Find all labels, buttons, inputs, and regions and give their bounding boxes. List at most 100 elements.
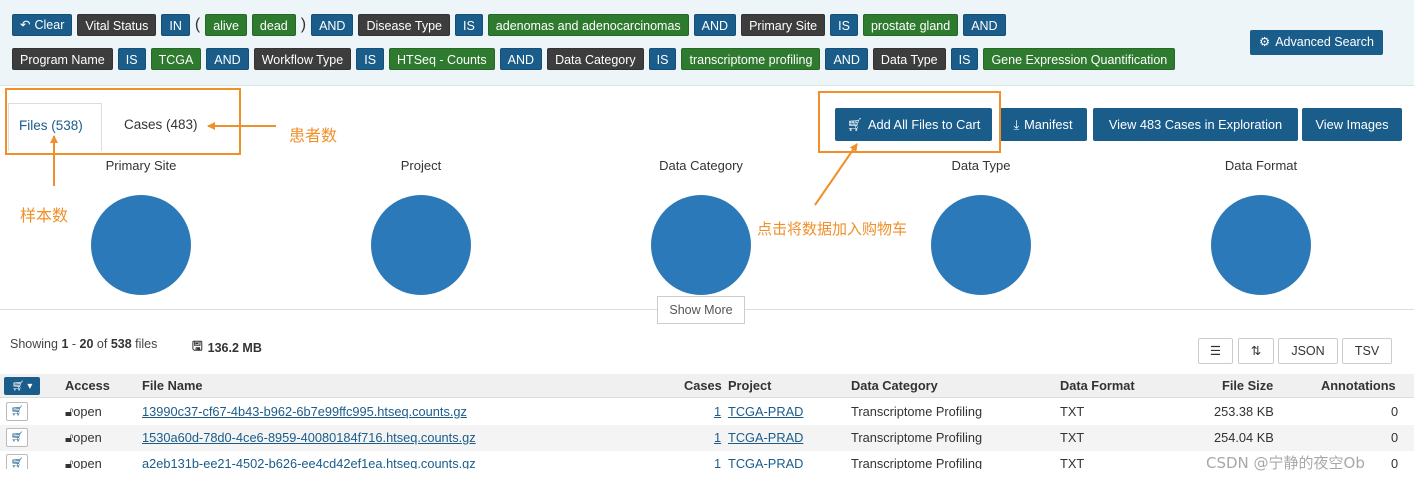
query-operator-in[interactable]: IN (161, 14, 190, 36)
query-field-disease-type[interactable]: Disease Type (358, 14, 450, 36)
summary-chart-data-type: Data Type (881, 158, 1081, 295)
show-more-button[interactable]: Show More (657, 296, 745, 324)
annotations-cell: 0 (1391, 456, 1399, 469)
cart-dropdown-button[interactable]: 🛒︎ ▾ (4, 377, 40, 395)
column-list-button[interactable]: ☰ (1198, 338, 1233, 364)
query-operator-is[interactable]: IS (454, 14, 483, 36)
query-value-data-category[interactable]: transcriptome profiling (681, 48, 821, 70)
summary-chart-data-format: Data Format (1161, 158, 1361, 295)
query-field-data-type[interactable]: Data Type (872, 48, 946, 70)
results-count: Showing 1 - 20 of 538 files (10, 337, 158, 351)
file-size-cell: 253.38 KB (1214, 404, 1274, 419)
data-format-cell: TXT (1060, 456, 1085, 469)
menu-lines-icon: ☰ (1209, 344, 1222, 358)
query-field-data-category[interactable]: Data Category (547, 48, 644, 70)
project-link[interactable]: TCGA-PRAD (728, 404, 803, 419)
arrow-to-add-all-button (814, 143, 858, 206)
cases-link[interactable]: 1 (714, 456, 721, 469)
add-to-cart-button[interactable]: 🛒︎ (6, 454, 28, 469)
clear-label: Clear (34, 18, 65, 32)
query-field-primary-site[interactable]: Primary Site (741, 14, 826, 36)
view-cases-in-exploration-button[interactable]: View 483 Cases in Exploration (1093, 108, 1298, 141)
header-annotations[interactable]: Annotations (1321, 378, 1396, 393)
data-category-cell: Transcriptome Profiling (851, 430, 983, 445)
query-operator-is[interactable]: IS (950, 48, 979, 70)
header-data-category[interactable]: Data Category (851, 378, 938, 393)
cart-icon: 🛒︎ (10, 432, 24, 443)
query-and[interactable]: AND (825, 48, 868, 70)
export-json-button[interactable]: JSON (1278, 338, 1338, 364)
file-name-link[interactable]: 1530a60d-78d0-4ce6-8959-40080184f716.hts… (142, 430, 476, 445)
undo-icon: ↶ (20, 18, 31, 32)
query-field-vital-status[interactable]: Vital Status (77, 14, 157, 36)
query-operator-is[interactable]: IS (648, 48, 677, 70)
pie-chart[interactable] (1211, 195, 1311, 295)
header-data-format[interactable]: Data Format (1060, 378, 1135, 393)
sort-table-button[interactable]: ⇅ (1238, 338, 1274, 364)
cart-icon: 🛒︎ (10, 406, 24, 417)
manifest-button[interactable]: ⤓ Manifest (999, 108, 1087, 141)
advanced-search-button[interactable]: ⚙ Advanced Search (1250, 30, 1383, 55)
advanced-search-label: Advanced Search (1275, 35, 1374, 49)
query-and[interactable]: AND (311, 14, 354, 36)
query-and[interactable]: AND (693, 14, 737, 36)
query-value-disease-type[interactable]: adenomas and adenocarcinomas (487, 14, 689, 36)
pie-chart[interactable] (91, 195, 191, 295)
query-value-program-name[interactable]: TCGA (150, 48, 202, 70)
header-project[interactable]: Project (728, 378, 771, 393)
access-value: open (73, 404, 102, 419)
table-header: 🛒︎ ▾ Access File Name Cases Project Data… (0, 374, 1414, 398)
pie-chart[interactable] (931, 195, 1031, 295)
query-value-data-type[interactable]: Gene Expression Quantification (983, 48, 1176, 70)
query-operator-is[interactable]: IS (830, 14, 858, 36)
header-file-name[interactable]: File Name (142, 378, 202, 393)
clear-query-button[interactable]: ↶ Clear (12, 14, 73, 36)
query-row-2: Program Name IS TCGA AND Workflow Type I… (12, 47, 1176, 71)
sort-icon: ⇅ (1250, 344, 1262, 358)
table-row: 🛒︎ 🔓︎open a2eb131b-ee21-4502-b626-ee4cd4… (0, 451, 1414, 469)
file-name-link[interactable]: 13990c37-cf67-4b43-b962-6b7e99ffc995.hts… (142, 404, 467, 419)
summary-chart-title: Project (400, 158, 442, 173)
add-to-cart-button[interactable]: 🛒︎ (6, 402, 28, 421)
export-tsv-button[interactable]: TSV (1342, 338, 1392, 364)
caret-down-icon: ▾ (27, 380, 33, 392)
query-and[interactable]: AND (206, 48, 249, 70)
query-bar: ↶ Clear Vital Status IN ( alive dead ) A… (0, 0, 1414, 86)
header-cases[interactable]: Cases (684, 378, 722, 393)
cases-link[interactable]: 1 (714, 404, 721, 419)
view-images-button[interactable]: View Images (1302, 108, 1402, 141)
pie-chart[interactable] (651, 195, 751, 295)
annotation-box-cart (818, 91, 1001, 153)
query-value-primary-site[interactable]: prostate gland (862, 14, 959, 36)
pie-chart[interactable] (371, 195, 471, 295)
query-operator-is[interactable]: IS (356, 48, 385, 70)
header-file-size[interactable]: File Size (1222, 378, 1273, 393)
floppy-disk-icon: 🖫 (192, 339, 203, 353)
file-size-cell: 254.04 KB (1214, 430, 1274, 445)
header-access[interactable]: Access (65, 378, 110, 393)
results-of: of (96, 337, 108, 351)
table-row: 🛒︎ 🔓︎open 1530a60d-78d0-4ce6-8959-400801… (0, 425, 1414, 451)
query-operator-is[interactable]: IS (117, 48, 146, 70)
query-field-workflow-type[interactable]: Workflow Type (253, 48, 352, 70)
file-name-link[interactable]: a2eb131b-ee21-4502-b626-ee4cd42ef1ea.hts… (142, 456, 476, 469)
annotations-cell: 0 (1391, 404, 1399, 419)
access-cell: 🔓︎open (65, 456, 102, 469)
cases-link[interactable]: 1 (714, 430, 721, 445)
project-link[interactable]: TCGA-PRAD (728, 456, 803, 469)
total-size-value: 136.2 MB (207, 340, 262, 355)
project-link[interactable]: TCGA-PRAD (728, 430, 803, 445)
results-from: 1 (61, 337, 69, 351)
query-value-dead[interactable]: dead (251, 14, 296, 36)
query-and[interactable]: AND (963, 14, 1006, 36)
access-value: open (73, 456, 102, 469)
query-and[interactable]: AND (499, 48, 543, 70)
add-to-cart-button[interactable]: 🛒︎ (6, 428, 28, 447)
data-format-cell: TXT (1060, 430, 1085, 445)
query-field-program-name[interactable]: Program Name (12, 48, 113, 70)
query-open-paren: ( (194, 16, 201, 33)
query-value-alive[interactable]: alive (205, 14, 247, 36)
data-category-cell: Transcriptome Profiling (851, 404, 983, 419)
query-value-workflow-type[interactable]: HTSeq - Counts (389, 48, 495, 70)
query-close-paren: ) (300, 16, 307, 33)
